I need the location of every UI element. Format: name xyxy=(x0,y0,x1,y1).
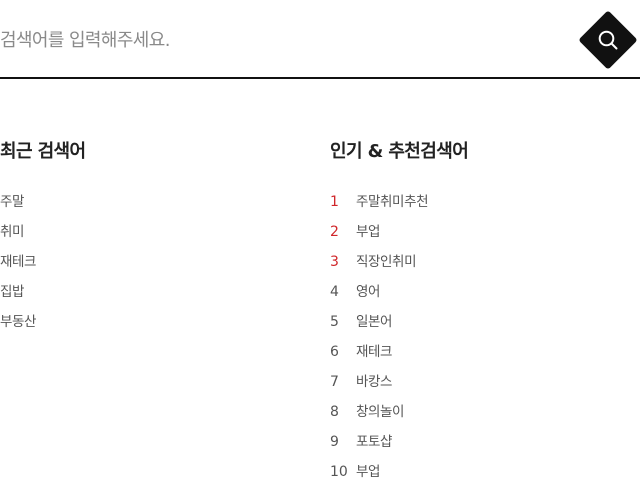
popular-rank: 7 xyxy=(330,374,339,390)
popular-term: 창의놀이 xyxy=(356,404,405,420)
popular-search-item[interactable]: 3 직장인취미 xyxy=(330,250,630,280)
popular-term: 재테크 xyxy=(356,344,393,360)
popular-search-item[interactable]: 6 재테크 xyxy=(330,340,630,370)
popular-search-item[interactable]: 7 바캉스 xyxy=(330,370,630,400)
popular-searches-title: 인기 & 추천검색어 xyxy=(330,141,469,162)
popular-term: 바캉스 xyxy=(356,374,393,390)
search-input[interactable] xyxy=(0,22,560,58)
popular-search-item[interactable]: 4 영어 xyxy=(330,280,630,310)
popular-term: 일본어 xyxy=(356,314,393,330)
popular-term: 영어 xyxy=(356,284,381,300)
popular-rank: 2 xyxy=(330,224,339,240)
popular-search-item[interactable]: 1 주말취미추천 xyxy=(330,190,630,220)
recent-search-item[interactable]: 집밥 xyxy=(0,280,280,310)
recent-searches-title: 최근 검색어 xyxy=(0,141,86,162)
popular-rank: 10 xyxy=(330,464,348,480)
search-bar xyxy=(0,0,640,79)
popular-search-item[interactable]: 9 포토샵 xyxy=(330,430,630,460)
search-icon xyxy=(598,30,618,50)
popular-term: 부업 xyxy=(356,464,381,480)
popular-search-item[interactable]: 10 부업 xyxy=(330,460,630,482)
popular-search-item[interactable]: 8 창의놀이 xyxy=(330,400,630,430)
search-button[interactable] xyxy=(578,10,638,70)
popular-term: 포토샵 xyxy=(356,434,393,450)
popular-rank: 1 xyxy=(330,194,339,210)
recent-search-item[interactable]: 부동산 xyxy=(0,310,280,340)
popular-rank: 4 xyxy=(330,284,339,300)
recent-search-item[interactable]: 주말 xyxy=(0,190,280,220)
recent-search-item[interactable]: 재테크 xyxy=(0,250,280,280)
recent-searches-list: 주말 취미 재테크 집밥 부동산 xyxy=(0,190,280,340)
popular-searches-list: 1 주말취미추천 2 부업 3 직장인취미 4 영어 5 일본어 6 재테크 7 바캉스 8 창… xyxy=(330,190,630,482)
popular-search-item[interactable]: 2 부업 xyxy=(330,220,630,250)
popular-rank: 5 xyxy=(330,314,339,330)
recent-search-item[interactable]: 취미 xyxy=(0,220,280,250)
popular-rank: 6 xyxy=(330,344,339,360)
popular-term: 직장인취미 xyxy=(356,254,417,270)
popular-search-item[interactable]: 5 일본어 xyxy=(330,310,630,340)
popular-term: 주말취미추천 xyxy=(356,194,429,210)
popular-rank: 9 xyxy=(330,434,339,450)
search-page: 최근 검색어 주말 취미 재테크 집밥 부동산 인기 & 추천검색어 1 주말취미… xyxy=(0,0,640,482)
popular-rank: 3 xyxy=(330,254,339,270)
popular-term: 부업 xyxy=(356,224,381,240)
popular-rank: 8 xyxy=(330,404,339,420)
